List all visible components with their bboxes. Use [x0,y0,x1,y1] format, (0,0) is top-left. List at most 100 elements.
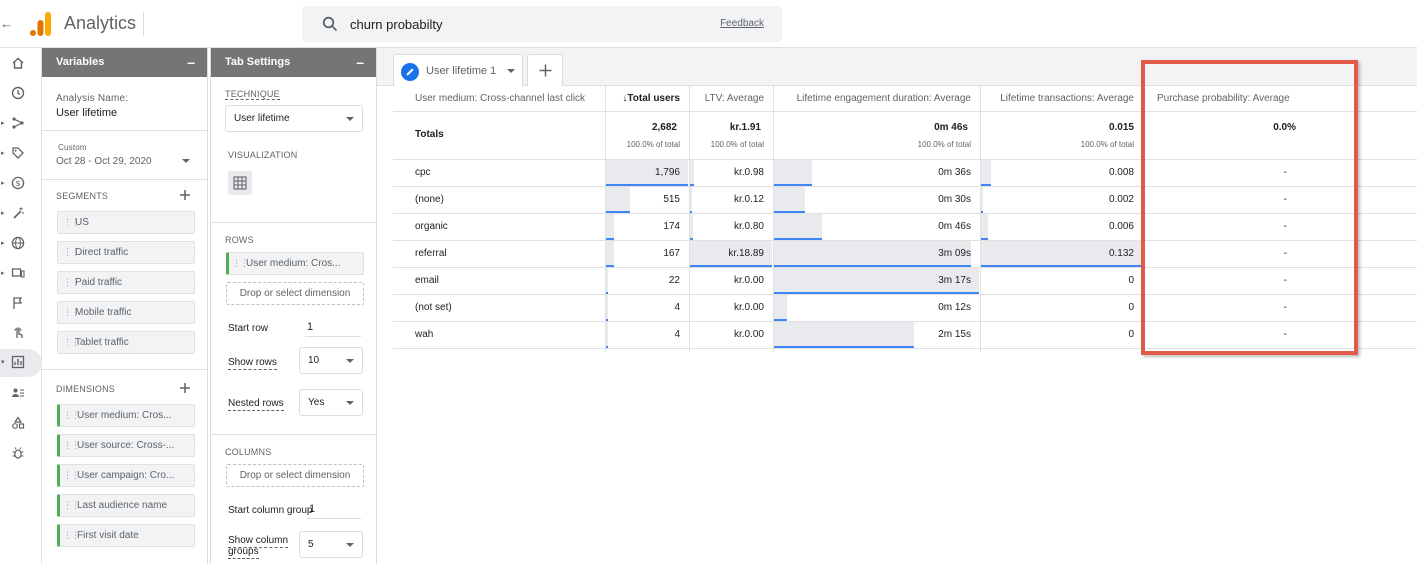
add-dimension-icon[interactable] [179,382,191,394]
nav-debug[interactable] [0,440,42,468]
show-rows-select[interactable]: 10 [299,347,363,374]
header-engagement-duration[interactable]: Lifetime engagement duration: Average [773,86,980,112]
header-lifetime-transactions[interactable]: Lifetime transactions: Average [980,86,1143,112]
variables-body: Analysis Name: User lifetime Custom Oct … [42,77,207,564]
dimension-chip[interactable]: ⋮⋮ Last audience name [57,494,195,517]
feedback-link[interactable]: Feedback [720,18,764,29]
totals-probability: 0.0% [1273,122,1296,133]
nav-engagement[interactable]: ▸ [0,200,42,228]
back-arrow-icon[interactable]: ← [0,14,13,34]
cell-transactions: 0.008 [1108,167,1134,178]
analysis-name-label: Analysis Name: [56,93,129,104]
column-divider [605,86,606,352]
drag-handle-icon[interactable]: ⋮⋮ [63,525,80,546]
visualization-label: VISUALIZATION [228,150,298,160]
drag-handle-icon[interactable]: ⋮⋮ [63,212,80,233]
nav-home[interactable] [0,50,42,78]
nav-conversions[interactable] [0,320,42,348]
nav-explore[interactable]: ▾ [0,349,42,377]
drag-handle-icon[interactable]: ⋮⋮ [63,465,80,486]
columns-label: COLUMNS [225,447,272,457]
drag-handle-icon[interactable]: ⋮⋮ [63,302,80,323]
nested-rows-select[interactable]: Yes [299,389,363,416]
row-drop-zone[interactable]: Drop or select dimension [226,282,364,305]
cell-users: 174 [663,221,680,232]
segment-chip[interactable]: ⋮⋮ Mobile traffic [57,301,195,324]
cell-medium: (none) [415,194,444,205]
chevron-down-icon [182,159,190,163]
drag-handle-icon[interactable]: ⋮⋮ [232,253,249,274]
cell-ltv: kr.0.12 [733,194,764,205]
minimize-icon[interactable]: – [356,48,364,77]
header-purchase-probability[interactable]: Purchase probability: Average [1143,86,1417,112]
analytics-logo-icon [30,12,51,36]
pencil-icon[interactable] [401,63,419,81]
nav-demographics[interactable]: ▸ [0,230,42,258]
segment-chip[interactable]: ⋮⋮ Tablet traffic [57,331,195,354]
start-column-group-input[interactable]: 1 [307,499,361,519]
nav-monetization[interactable]: ▸ $ [0,170,42,198]
drag-handle-icon[interactable]: ⋮⋮ [63,272,80,293]
dimension-chip[interactable]: ⋮⋮ User campaign: Cro... [57,464,195,487]
nav-events[interactable] [0,290,42,318]
segment-chip[interactable]: ⋮⋮ Direct traffic [57,241,195,264]
drag-handle-icon[interactable]: ⋮⋮ [63,405,80,426]
header-ltv[interactable]: LTV: Average [689,86,773,112]
drag-handle-icon[interactable]: ⋮⋮ [63,332,80,353]
column-drop-zone[interactable]: Drop or select dimension [226,464,364,487]
nav-lifecycle[interactable]: ▸ [0,110,42,138]
start-row-input[interactable]: 1 [305,317,361,337]
nav-configure[interactable] [0,410,42,438]
dimension-chip[interactable]: ⋮⋮ First visit date [57,524,195,547]
nav-audiences[interactable] [0,380,42,408]
dimension-chip[interactable]: ⋮⋮ User source: Cross-... [57,434,195,457]
nav-acquisition[interactable]: ▸ [0,140,42,168]
chevron-down-icon [346,543,354,547]
search-icon [322,16,338,32]
cell-ltv: kr.0.00 [733,275,764,286]
segment-chip[interactable]: ⋮⋮ Paid traffic [57,271,195,294]
nav-realtime[interactable] [0,80,42,108]
table-row[interactable]: cpc 1,796 kr.0.98 0m 36s 0.008 - [393,159,1417,187]
cell-medium: (not set) [415,302,452,313]
dimension-chip[interactable]: ⋮⋮ User medium: Cros... [57,404,195,427]
table-row[interactable]: (not set) 4 kr.0.00 0m 12s 0 - [393,294,1417,322]
cell-duration: 3m 17s [938,275,971,286]
header-user-medium[interactable]: User medium: Cross-channel last click [393,86,605,112]
cell-probability: - [1283,302,1287,313]
cell-probability: - [1283,248,1287,259]
add-segment-icon[interactable] [179,189,191,201]
technique-select[interactable]: User lifetime [225,105,363,132]
nav-tech[interactable]: ▸ [0,260,42,288]
totals-duration: 0m 46s [934,122,968,133]
search-input[interactable] [350,14,710,34]
table-row[interactable]: referral 167 kr.18.89 3m 09s 0.132 - [393,240,1417,268]
show-column-groups-select[interactable]: 5 [299,531,363,558]
search-box[interactable]: Feedback [302,6,782,42]
cell-ltv: kr.18.89 [728,248,764,259]
table-row[interactable]: email 22 kr.0.00 3m 17s 0 - [393,267,1417,295]
variables-header: Variables – [42,48,207,77]
date-custom-label: Custom [58,143,87,152]
add-tab-button[interactable] [527,54,563,86]
header-total-users[interactable]: ↓Total users [605,86,689,112]
tab-user-lifetime-1[interactable]: User lifetime 1 [393,54,523,86]
table-row[interactable]: (none) 515 kr.0.12 0m 30s 0.002 - [393,186,1417,214]
table-row[interactable]: wah 4 kr.0.00 2m 15s 0 - [393,321,1417,349]
minimize-icon[interactable]: – [187,48,195,77]
drag-handle-icon[interactable]: ⋮⋮ [63,435,80,456]
cell-users: 4 [674,302,680,313]
technique-label: TECHNIQUE [225,89,280,100]
segment-chip[interactable]: ⋮⋮ US [57,211,195,234]
row-dimension-chip[interactable]: ⋮⋮ User medium: Cros... [226,252,364,275]
table-visualization-button[interactable] [228,171,252,195]
start-row-label: Start row [228,323,269,334]
table-row[interactable]: organic 174 kr.0.80 0m 46s 0.006 - [393,213,1417,241]
drag-handle-icon[interactable]: ⋮⋮ [63,242,80,263]
date-range-picker[interactable]: Custom Oct 28 - Oct 29, 2020 [56,139,196,169]
cell-transactions: 0 [1128,329,1134,340]
chevron-down-icon[interactable] [507,69,515,73]
analysis-name[interactable]: User lifetime [56,107,117,119]
tab-settings-title: Tab Settings [225,56,291,68]
drag-handle-icon[interactable]: ⋮⋮ [63,495,80,516]
